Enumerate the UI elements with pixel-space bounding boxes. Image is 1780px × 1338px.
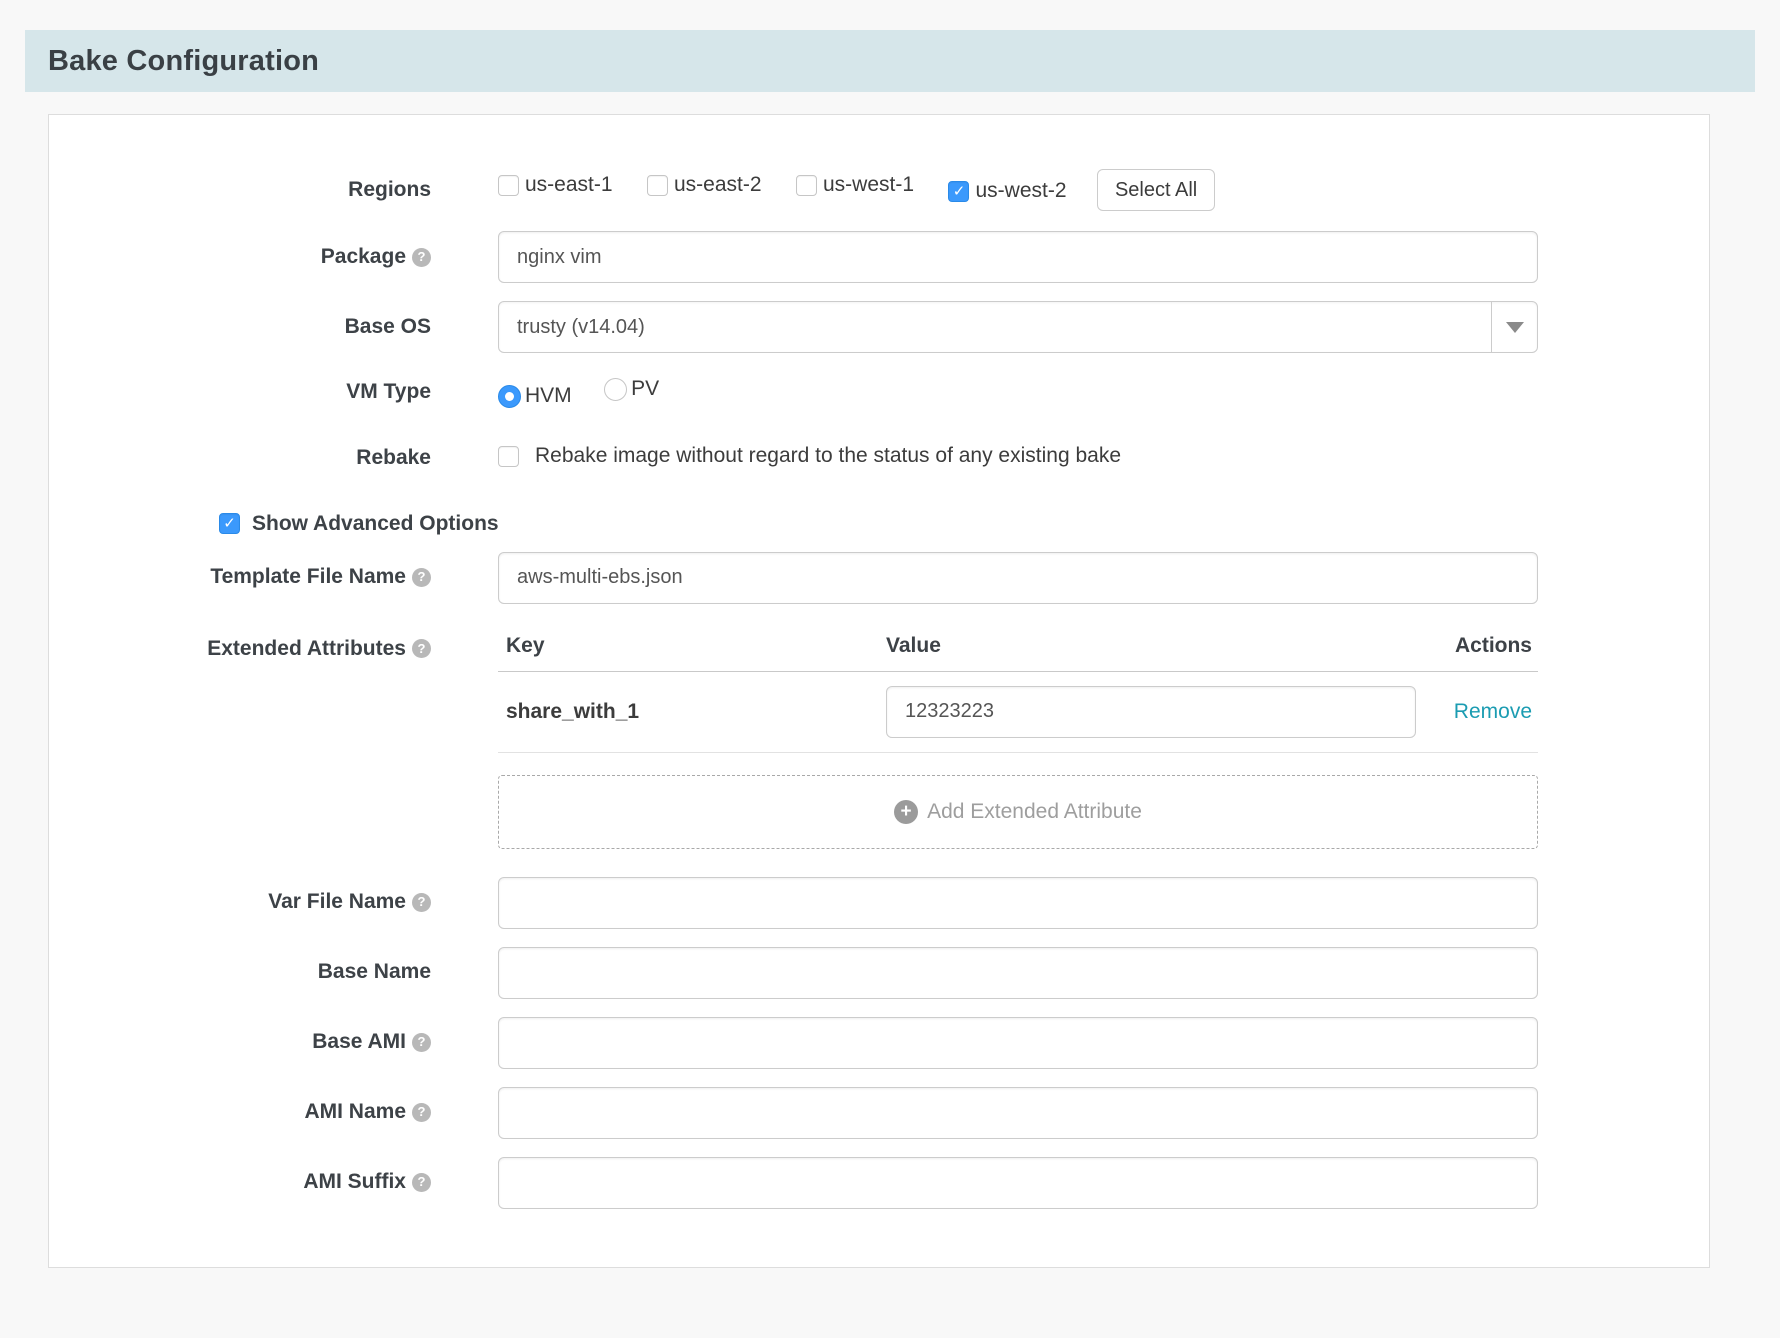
vm-type-radio-pv[interactable]: PV [604, 377, 659, 401]
help-icon[interactable]: ? [412, 248, 431, 267]
bake-configuration-panel: Regions ✓ us-east-1 ✓ us-east-2 ✓ us-wes… [48, 114, 1710, 1268]
help-icon[interactable]: ? [412, 1033, 431, 1052]
vm-type-row: VM Type HVM PV [49, 377, 1709, 408]
var-file-name-row: Var File Name? [49, 877, 1709, 929]
checkbox-icon[interactable]: ✓ [498, 175, 519, 196]
check-icon: ✓ [223, 516, 236, 531]
page-title: Bake Configuration [48, 45, 319, 78]
region-checkbox-us-west-2[interactable]: ✓ us-west-2 [948, 179, 1066, 203]
column-header-key: Key [498, 634, 886, 658]
add-extended-attribute-button[interactable]: + Add Extended Attribute [498, 775, 1538, 849]
region-option-label: us-west-1 [823, 173, 914, 197]
add-extended-attribute-label: Add Extended Attribute [927, 800, 1142, 824]
region-option-label: us-west-2 [975, 179, 1066, 203]
base-name-row: Base Name [49, 947, 1709, 999]
template-file-name-row: Template File Name? [49, 552, 1709, 604]
extended-attributes-label: Extended Attributes? [49, 634, 498, 662]
checkbox-icon[interactable]: ✓ [498, 446, 519, 467]
ami-suffix-input[interactable] [498, 1157, 1538, 1209]
var-file-name-label: Var File Name? [49, 889, 498, 915]
base-os-row: Base OS trusty (v14.04) [49, 301, 1709, 353]
checkbox-icon[interactable]: ✓ [948, 181, 969, 202]
package-input[interactable] [498, 231, 1538, 283]
extended-attributes-table: Key Value Actions share_with_1 Remove + … [498, 634, 1538, 849]
select-all-button[interactable]: Select All [1097, 169, 1215, 211]
check-icon: ✓ [953, 184, 966, 199]
vm-type-label: VM Type [49, 379, 498, 405]
vm-type-option-label: HVM [525, 384, 572, 408]
package-label: Package? [49, 244, 498, 270]
ami-suffix-label: AMI Suffix? [49, 1169, 498, 1195]
help-icon[interactable]: ? [412, 893, 431, 912]
var-file-name-input[interactable] [498, 877, 1538, 929]
plus-icon: + [894, 800, 918, 824]
help-icon[interactable]: ? [412, 1103, 431, 1122]
section-header: Bake Configuration [25, 30, 1755, 92]
base-ami-input[interactable] [498, 1017, 1538, 1069]
checkbox-icon[interactable]: ✓ [647, 175, 668, 196]
base-os-selected-value: trusty (v14.04) [499, 302, 1491, 352]
radio-icon[interactable] [498, 385, 521, 408]
regions-row: Regions ✓ us-east-1 ✓ us-east-2 ✓ us-wes… [49, 169, 1709, 211]
regions-label: Regions [49, 177, 498, 203]
regions-options: ✓ us-east-1 ✓ us-east-2 ✓ us-west-1 ✓ us… [498, 169, 1538, 211]
table-row: share_with_1 Remove [498, 672, 1538, 753]
region-option-label: us-east-1 [525, 173, 613, 197]
extended-attributes-row: Extended Attributes? Key Value Actions s… [49, 634, 1709, 849]
checkbox-icon[interactable]: ✓ [219, 513, 240, 534]
rebake-checkbox-label: Rebake image without regard to the statu… [535, 444, 1121, 468]
vm-type-radio-hvm[interactable]: HVM [498, 384, 572, 408]
base-os-label: Base OS [49, 314, 498, 340]
region-option-label: us-east-2 [674, 173, 762, 197]
ami-name-row: AMI Name? [49, 1087, 1709, 1139]
template-file-name-input[interactable] [498, 552, 1538, 604]
vm-type-option-label: PV [631, 377, 659, 401]
rebake-row: Rebake ✓ Rebake image without regard to … [49, 444, 1709, 472]
column-header-value: Value [886, 634, 1416, 658]
template-file-name-label: Template File Name? [49, 564, 498, 590]
rebake-label: Rebake [49, 445, 498, 471]
attribute-value-input[interactable] [886, 686, 1416, 738]
help-icon[interactable]: ? [412, 639, 431, 658]
region-checkbox-us-east-1[interactable]: ✓ us-east-1 [498, 173, 613, 197]
attribute-key: share_with_1 [498, 700, 886, 724]
help-icon[interactable]: ? [412, 1173, 431, 1192]
base-name-input[interactable] [498, 947, 1538, 999]
show-advanced-options-checkbox[interactable]: ✓ Show Advanced Options [219, 512, 1709, 536]
checkbox-icon[interactable]: ✓ [796, 175, 817, 196]
ami-name-input[interactable] [498, 1087, 1538, 1139]
show-advanced-options-label: Show Advanced Options [252, 512, 499, 536]
base-os-select[interactable]: trusty (v14.04) [498, 301, 1538, 353]
chevron-down-icon[interactable] [1491, 302, 1537, 352]
column-header-actions: Actions [1416, 634, 1538, 658]
remove-attribute-link[interactable]: Remove [1454, 700, 1532, 723]
base-name-label: Base Name [49, 959, 498, 985]
rebake-checkbox[interactable]: ✓ Rebake image without regard to the sta… [498, 444, 1121, 468]
ami-suffix-row: AMI Suffix? [49, 1157, 1709, 1209]
package-row: Package? [49, 231, 1709, 283]
extended-attributes-header: Key Value Actions [498, 634, 1538, 672]
region-checkbox-us-west-1[interactable]: ✓ us-west-1 [796, 173, 914, 197]
help-icon[interactable]: ? [412, 568, 431, 587]
region-checkbox-us-east-2[interactable]: ✓ us-east-2 [647, 173, 762, 197]
base-ami-label: Base AMI? [49, 1029, 498, 1055]
base-ami-row: Base AMI? [49, 1017, 1709, 1069]
ami-name-label: AMI Name? [49, 1099, 498, 1125]
radio-icon[interactable] [604, 378, 627, 401]
